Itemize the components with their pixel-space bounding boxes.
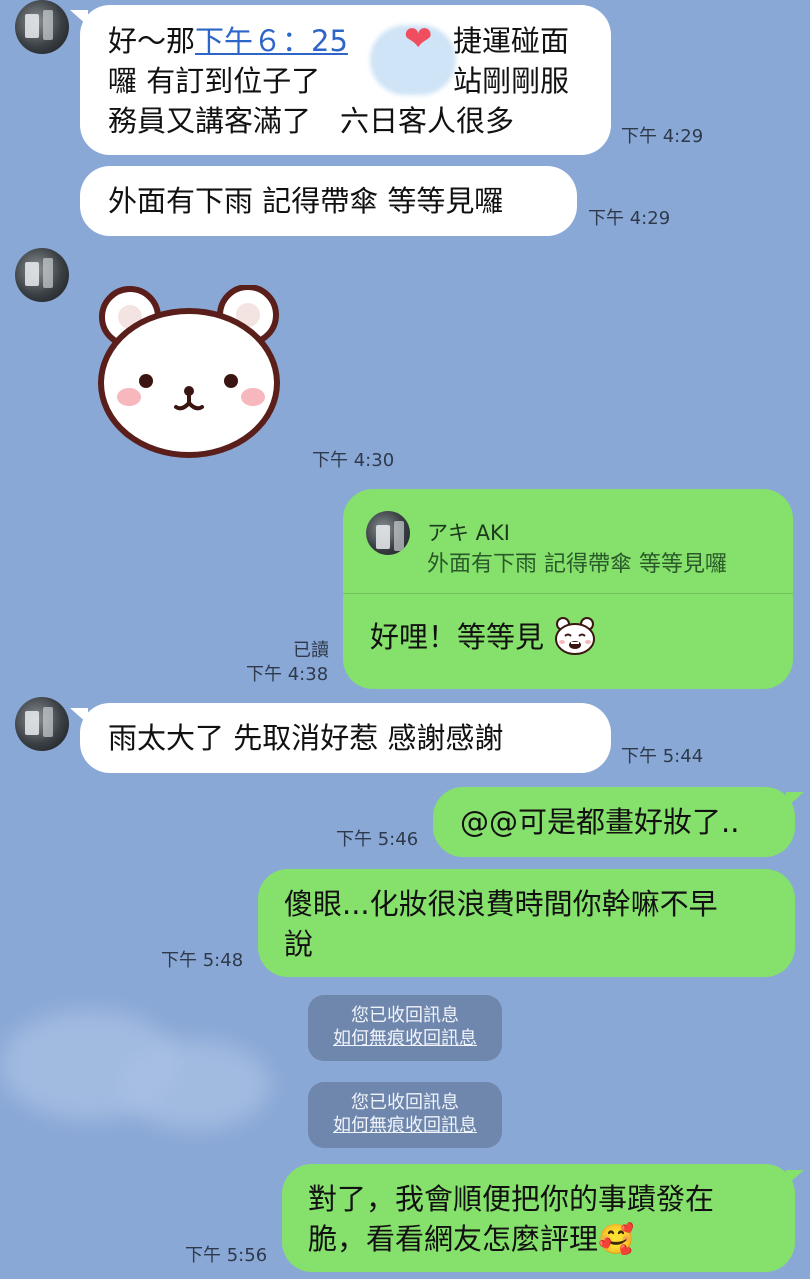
bear-sticker-icon — [553, 616, 597, 656]
message-text: 站剛剛服 — [453, 64, 570, 98]
reply-quote[interactable]: アキ AKI 外面有下雨 記得帶傘 等等見囉 — [343, 489, 793, 594]
unsent-notice: 您已收回訊息 如何無痕收回訊息 — [308, 995, 502, 1061]
background-cloud — [120, 1040, 270, 1130]
message-text: 脆，看看網友怎麼評理 — [308, 1222, 599, 1256]
unsend-help-link[interactable]: 如何無痕收回訊息 — [308, 1114, 502, 1137]
unsent-notice-text: 您已收回訊息 — [351, 1092, 459, 1113]
time-link[interactable]: 下午６：25 — [195, 24, 348, 58]
unsent-notice-text: 您已收回訊息 — [351, 1005, 459, 1026]
timestamp: 下午 4:29 — [588, 208, 671, 229]
message-bubble-outgoing[interactable]: 對了，我會順便把你的事蹟發在 脆，看看網友怎麼評理🥰 — [282, 1164, 795, 1272]
quoted-avatar — [366, 511, 410, 555]
avatar[interactable] — [15, 248, 69, 302]
timestamp: 下午 5:56 — [185, 1245, 268, 1266]
timestamp: 下午 5:48 — [161, 950, 244, 971]
timestamp: 下午 4:38 — [246, 664, 329, 685]
avatar[interactable] — [15, 0, 69, 54]
avatar[interactable] — [15, 697, 69, 751]
read-receipt: 已讀 — [293, 640, 329, 661]
timestamp: 下午 4:30 — [312, 450, 395, 471]
message-text: @@可是都畫好妝了.. — [460, 805, 740, 839]
reply-body: 好哩！等等見 — [370, 617, 597, 657]
message-bubble-outgoing[interactable]: 傻眼...化妝很浪費時間你幹嘛不早 說 — [258, 869, 795, 977]
timestamp: 下午 5:44 — [621, 746, 704, 767]
message-text: 好哩！等等見 — [370, 620, 545, 654]
timestamp: 下午 5:46 — [336, 829, 419, 850]
message-text: 務員又講客滿了 六日客人很多 — [108, 104, 515, 138]
smiling-face-hearts-icon: 🥰 — [598, 1222, 635, 1256]
message-bubble-incoming[interactable]: 外面有下雨 記得帶傘 等等見囉 — [80, 166, 577, 236]
message-line: 脆，看看網友怎麼評理🥰 — [308, 1219, 795, 1259]
quoted-message-text: 外面有下雨 記得帶傘 等等見囉 — [427, 552, 727, 577]
message-text: 說 — [284, 927, 314, 961]
message-text: 外面有下雨 記得帶傘 等等見囉 — [108, 184, 504, 218]
message-text: 傻眼...化妝很浪費時間你幹嘛不早 — [284, 887, 718, 921]
message-text: 對了，我會順便把你的事蹟發在 — [308, 1182, 715, 1216]
heart-icon: ❤ — [404, 19, 433, 59]
unsent-notice: 您已收回訊息 如何無痕收回訊息 — [308, 1082, 502, 1148]
message-bubble-incoming[interactable]: 雨太大了 先取消好惹 感謝感謝 — [80, 703, 611, 773]
message-line: 囉 有訂到位子了 站剛剛服 — [108, 61, 611, 101]
white-bear-sticker[interactable] — [96, 284, 296, 460]
unsend-help-link[interactable]: 如何無痕收回訊息 — [308, 1027, 502, 1050]
message-text: 捷運碰面 — [453, 24, 570, 58]
message-text: 囉 有訂到位子了 — [108, 64, 321, 98]
message-text: 雨太大了 先取消好惹 感謝感謝 — [108, 721, 504, 755]
message-bubble-outgoing-reply[interactable]: アキ AKI 外面有下雨 記得帶傘 等等見囉 好哩！等等見 — [343, 489, 793, 689]
timestamp: 下午 4:29 — [621, 126, 704, 147]
message-bubble-incoming[interactable]: 好～那下午６：25 ❤ 捷運碰面 囉 有訂到位子了 站剛剛服 務員又講客滿了 六… — [80, 5, 611, 155]
message-text: 好～那 — [108, 24, 196, 58]
bear-face-icon — [98, 284, 280, 458]
message-bubble-outgoing[interactable]: @@可是都畫好妝了.. — [433, 787, 795, 857]
message-line: 好～那下午６：25 ❤ 捷運碰面 — [108, 19, 611, 95]
